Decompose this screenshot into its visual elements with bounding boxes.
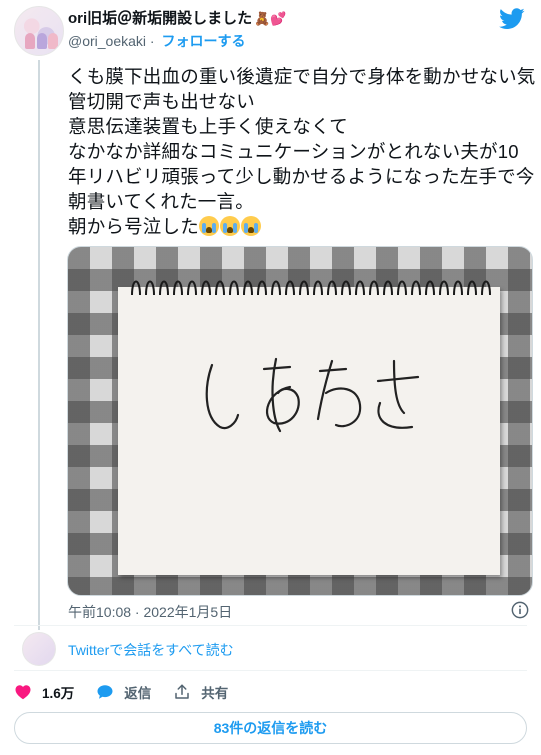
thread-line [38, 60, 40, 630]
loudly-crying-face-icon [240, 216, 261, 236]
handwritten-shiawase [205, 357, 420, 433]
author-handle[interactable]: @ori_oekaki [68, 33, 146, 49]
tweet-timestamp[interactable]: 午前10:08 · 2022年1月5日 [68, 602, 232, 622]
like-button[interactable]: 1.6万 [14, 682, 74, 702]
loudly-crying-face-icon [219, 216, 240, 236]
notebook-spiral [131, 280, 491, 296]
crying-emojis [198, 216, 262, 237]
speech-bubble-icon [97, 685, 113, 699]
notebook-photo [118, 280, 500, 575]
like-count: 1.6万 [42, 686, 75, 701]
heart-icon [15, 685, 31, 700]
author-name-text: ori旧垢＠新垢開設しました [68, 10, 253, 27]
handle-separator: · [149, 33, 155, 49]
read-conversation-link[interactable]: Twitterで会話をすべて読む [68, 640, 234, 660]
divider [14, 670, 527, 671]
twitter-bird-icon[interactable] [499, 8, 525, 30]
tweet-actions: 1.6万 返信 共有 [14, 682, 250, 702]
follow-link[interactable]: フォローする [161, 33, 245, 49]
loudly-crying-face-icon [198, 216, 219, 236]
author-avatar[interactable] [14, 6, 64, 56]
tweet-body: くも膜下出血の重い後遺症で自分で身体を動かせない気管切開で声も出せない 意思伝達… [68, 66, 536, 237]
author-name-emojis: 🧸💕 [254, 11, 287, 26]
author-display-name[interactable]: ori旧垢＠新垢開設しました 🧸💕 [68, 7, 287, 28]
info-icon[interactable] [511, 601, 529, 619]
share-label: 共有 [201, 686, 229, 701]
reply-button[interactable]: 返信 [96, 682, 151, 702]
tweet-text: くも膜下出血の重い後遺症で自分で身体を動かせない気管切開で声も出せない 意思伝達… [68, 64, 536, 239]
read-replies-button[interactable]: 83件の返信を読む [14, 712, 527, 744]
conversation-avatar[interactable] [22, 632, 56, 666]
reply-label: 返信 [124, 686, 152, 701]
tweet-photo[interactable] [67, 246, 533, 596]
divider [14, 625, 527, 626]
share-button[interactable]: 共有 [173, 682, 228, 702]
author-handle-row: @ori_oekaki · フォローする [68, 31, 245, 51]
upload-icon [175, 684, 190, 699]
